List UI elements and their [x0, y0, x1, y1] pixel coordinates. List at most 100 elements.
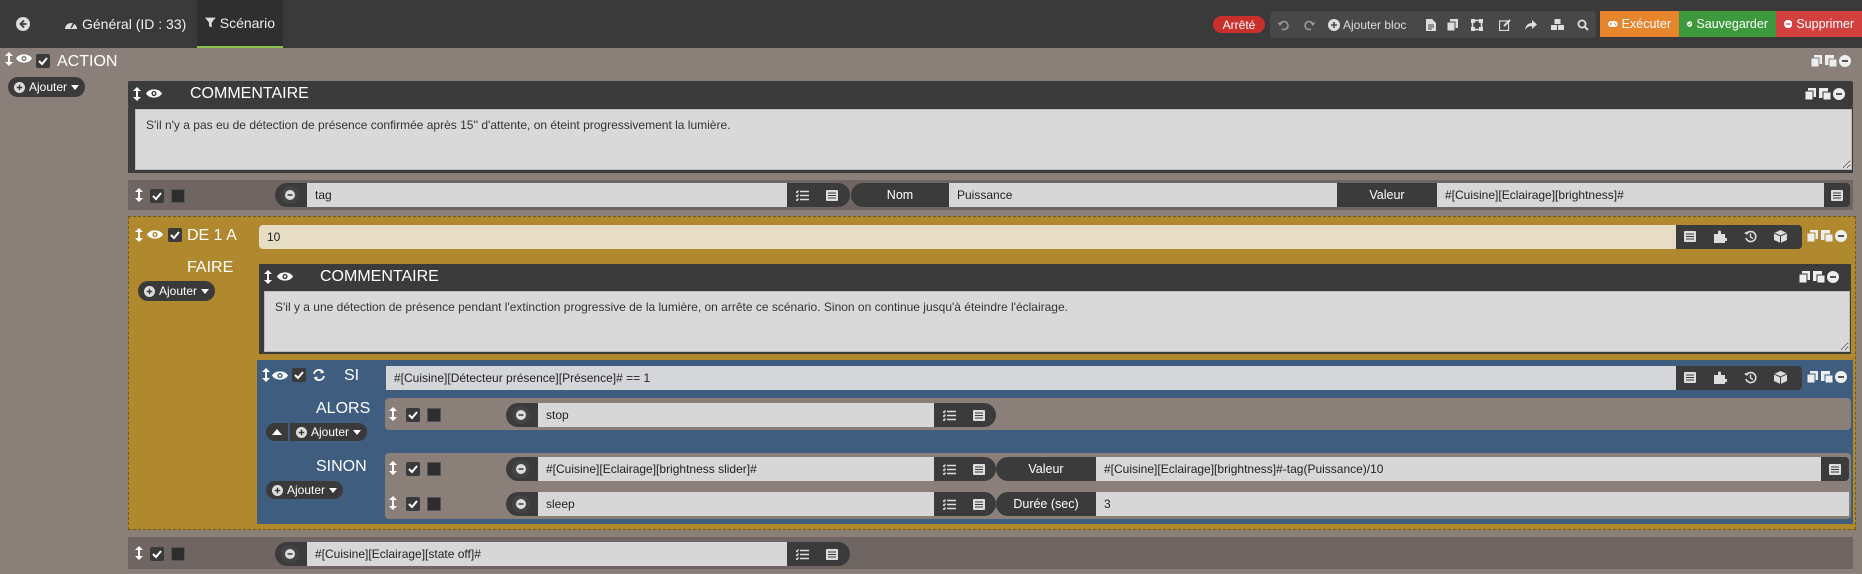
check-icon[interactable] [168, 228, 182, 242]
updown-arrow-icon[interactable] [389, 461, 397, 475]
drag-handle[interactable] [5, 52, 13, 66]
minus-circle-icon[interactable] [1839, 55, 1851, 67]
history-icon[interactable] [1744, 371, 1757, 384]
sinon-add-button[interactable]: Ajouter [266, 481, 344, 499]
history-icon[interactable] [1744, 230, 1757, 243]
list-alt-icon[interactable] [1684, 231, 1696, 242]
search-button[interactable] [1574, 12, 1592, 38]
copy-icon[interactable] [1811, 55, 1823, 67]
delete-button[interactable]: Supprimer [1776, 11, 1862, 37]
list-button[interactable] [938, 458, 960, 480]
collapse-button[interactable] [266, 423, 288, 441]
minus-circle-icon[interactable] [1833, 88, 1845, 100]
parallel-checkbox[interactable] [427, 497, 441, 511]
remove-row-button[interactable] [512, 460, 530, 478]
details-button[interactable] [968, 458, 990, 480]
updown-arrow-icon[interactable] [135, 188, 143, 202]
paste-icon[interactable] [1819, 88, 1831, 100]
edit-button[interactable] [1496, 12, 1514, 38]
copy-icon[interactable] [1805, 88, 1817, 100]
check-icon[interactable] [406, 497, 420, 511]
save-button[interactable]: Sauvegarder [1679, 11, 1776, 37]
remove-row-button[interactable] [512, 406, 530, 424]
tag-value-input[interactable]: #[Cuisine][Eclairage][brightness]# [1437, 183, 1824, 207]
tag-cmd-input[interactable]: tag [307, 183, 787, 207]
check-icon[interactable] [406, 408, 420, 422]
check-icon[interactable] [406, 462, 420, 476]
check-icon[interactable] [150, 547, 164, 561]
cube-icon[interactable] [1774, 371, 1787, 384]
minus-circle-icon[interactable] [1835, 230, 1847, 242]
fullscreen-button[interactable] [1468, 12, 1486, 38]
loop-add-button[interactable]: Ajouter [138, 281, 216, 301]
undo-button[interactable] [1272, 12, 1294, 38]
updown-arrow-icon[interactable] [135, 228, 143, 242]
eye-icon[interactable] [277, 271, 293, 282]
slider-value-details-button[interactable] [1821, 457, 1849, 481]
puzzle-icon[interactable] [1714, 230, 1727, 243]
list-button[interactable] [791, 543, 813, 565]
copy-button[interactable] [1444, 12, 1462, 38]
cube-icon[interactable] [1774, 230, 1787, 243]
copy-icon[interactable] [1799, 271, 1811, 283]
log-button[interactable] [1422, 12, 1440, 38]
check-icon[interactable] [292, 368, 306, 382]
comment1-textarea[interactable]: S'il n'y a pas eu de détection de présen… [135, 109, 1852, 170]
eye-icon[interactable] [147, 229, 163, 240]
back-button[interactable] [10, 12, 36, 36]
slider-cmd-input[interactable]: #[Cuisine][Eclairage][brightness slider]… [538, 457, 934, 481]
action-add-button[interactable]: Ajouter [8, 77, 86, 97]
tag-name-input[interactable]: Puissance [949, 183, 1337, 207]
list-button[interactable] [791, 184, 813, 206]
remove-row-button[interactable] [512, 495, 530, 513]
tab-general[interactable]: Général (ID : 33) [60, 0, 190, 48]
state-off-cmd-input[interactable]: #[Cuisine][Eclairage][state off]# [307, 542, 787, 566]
updown-arrow-icon[interactable] [133, 87, 141, 101]
sleep-duration-input[interactable]: 3 [1096, 492, 1849, 516]
updown-arrow-icon[interactable] [262, 368, 270, 382]
details-button[interactable] [821, 543, 843, 565]
paste-icon[interactable] [1821, 230, 1833, 242]
stop-cmd-input[interactable]: stop [538, 403, 934, 427]
eye-icon[interactable] [146, 88, 162, 99]
tag-value-details-button[interactable] [1824, 183, 1850, 207]
list-button[interactable] [938, 493, 960, 515]
updown-arrow-icon[interactable] [135, 546, 143, 560]
loop-count-input[interactable]: 10 [259, 225, 1676, 249]
remove-row-button[interactable] [281, 545, 299, 563]
execute-button[interactable]: Exécuter [1600, 11, 1679, 37]
copy-icon[interactable] [1807, 371, 1819, 383]
refresh-icon[interactable] [312, 368, 326, 382]
paste-icon[interactable] [1813, 271, 1825, 283]
updown-arrow-icon[interactable] [389, 407, 397, 421]
tab-scenario[interactable]: Scénario [197, 0, 283, 48]
parallel-checkbox[interactable] [427, 408, 441, 422]
export-button[interactable] [1522, 12, 1540, 38]
puzzle-icon[interactable] [1714, 371, 1727, 384]
parallel-checkbox[interactable] [171, 189, 185, 203]
details-button[interactable] [821, 184, 843, 206]
updown-arrow-icon[interactable] [264, 270, 272, 284]
templates-button[interactable] [1548, 12, 1566, 38]
alors-add-button[interactable]: Ajouter [290, 423, 368, 441]
enable-checkbox[interactable] [36, 54, 50, 68]
comment2-textarea[interactable]: S'il y a une détection de présence penda… [264, 291, 1850, 352]
visibility-toggle[interactable] [16, 53, 32, 64]
minus-circle-icon[interactable] [1835, 371, 1847, 383]
list-button[interactable] [938, 404, 960, 426]
si-condition-input[interactable]: #[Cuisine][Détecteur présence][Présence]… [386, 366, 1676, 390]
remove-row-button[interactable] [281, 186, 299, 204]
updown-arrow-icon[interactable] [389, 496, 397, 510]
eye-icon[interactable] [272, 370, 288, 381]
copy-icon[interactable] [1807, 230, 1819, 242]
add-block-button[interactable]: Ajouter bloc [1328, 12, 1406, 38]
parallel-checkbox[interactable] [171, 547, 185, 561]
list-alt-icon[interactable] [1684, 372, 1696, 383]
sleep-cmd-input[interactable]: sleep [538, 492, 934, 516]
minus-circle-icon[interactable] [1827, 271, 1839, 283]
parallel-checkbox[interactable] [427, 462, 441, 476]
redo-button[interactable] [1298, 12, 1320, 38]
check-icon[interactable] [150, 189, 164, 203]
details-button[interactable] [968, 493, 990, 515]
details-button[interactable] [968, 404, 990, 426]
